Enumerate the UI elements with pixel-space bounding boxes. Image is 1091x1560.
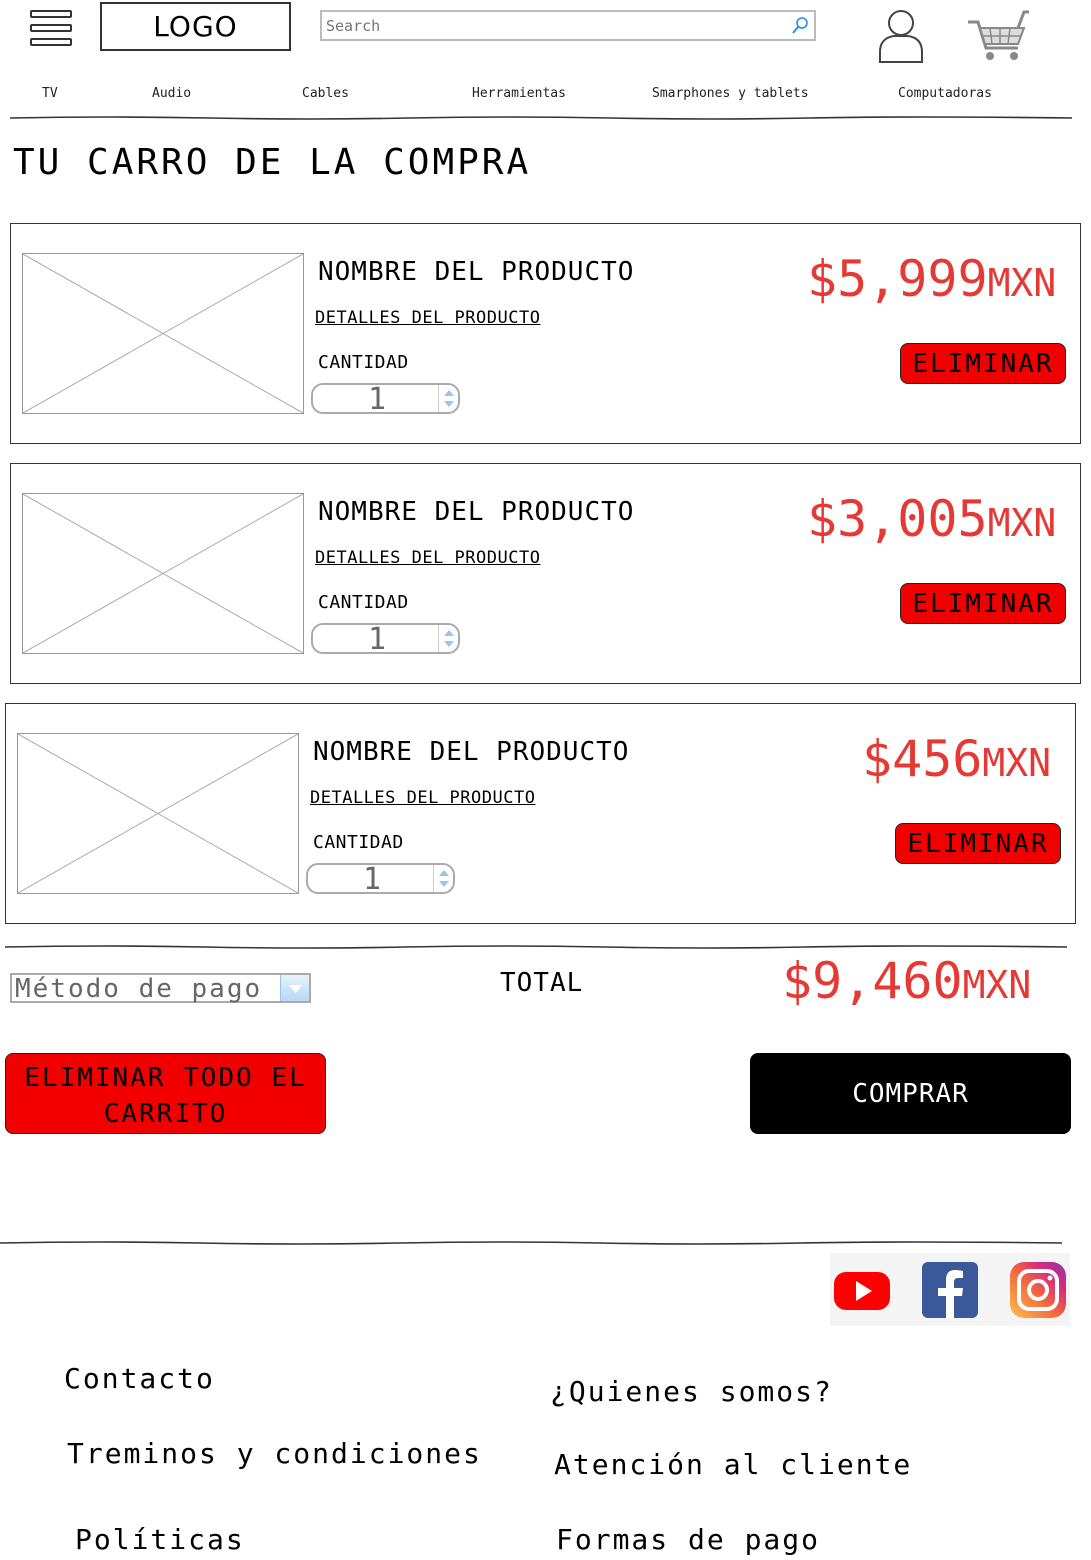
footer-link-contacto[interactable]: Contacto xyxy=(64,1362,215,1395)
total-label: TOTAL xyxy=(500,968,584,998)
divider xyxy=(10,116,1072,120)
social-links xyxy=(830,1253,1070,1326)
quantity-value: 1 xyxy=(367,622,387,657)
product-details-link[interactable]: DETALLES DEL PRODUCTO xyxy=(310,788,535,808)
nav-item-cables[interactable]: Cables xyxy=(302,86,349,101)
footer-link-terminos[interactable]: Treminos y condiciones xyxy=(67,1437,482,1470)
footer-link-politicas[interactable]: Políticas xyxy=(75,1523,245,1556)
remove-item-button[interactable]: ELIMINAR xyxy=(900,583,1066,624)
product-image-placeholder xyxy=(17,733,299,894)
nav-item-audio[interactable]: Audio xyxy=(152,86,191,101)
payment-method-select[interactable]: Método de pago xyxy=(10,973,311,1004)
stepper-arrows-icon[interactable] xyxy=(433,865,453,892)
page-title: TU CARRO DE LA COMPRA xyxy=(13,142,532,183)
total-price: $9,460MXN xyxy=(782,952,1032,1010)
divider xyxy=(5,945,1067,949)
stepper-arrows-icon[interactable] xyxy=(438,385,458,412)
product-name: NOMBRE DEL PRODUCTO xyxy=(313,737,630,767)
product-details-link[interactable]: DETALLES DEL PRODUCTO xyxy=(315,308,540,328)
logo[interactable]: LOGO xyxy=(100,2,291,51)
quantity-label: CANTIDAD xyxy=(318,352,409,373)
chevron-down-icon[interactable] xyxy=(280,975,309,1001)
youtube-icon[interactable] xyxy=(830,1258,894,1322)
product-price: $5,999MXN xyxy=(807,250,1057,308)
divider xyxy=(0,1241,1062,1245)
product-image-placeholder xyxy=(22,253,304,414)
nav-item-herramientas[interactable]: Herramientas xyxy=(472,86,566,101)
buy-button[interactable]: COMPRAR xyxy=(750,1053,1071,1134)
search-bar xyxy=(320,10,816,41)
product-details-link[interactable]: DETALLES DEL PRODUCTO xyxy=(315,548,540,568)
search-input[interactable] xyxy=(322,12,782,39)
quantity-label: CANTIDAD xyxy=(313,832,404,853)
menu-icon[interactable] xyxy=(30,10,72,54)
quantity-value: 1 xyxy=(367,382,387,417)
user-icon[interactable] xyxy=(876,8,926,64)
product-image-placeholder xyxy=(22,493,304,654)
footer-link-atencion-cliente[interactable]: Atención al cliente xyxy=(554,1448,912,1481)
quantity-value: 1 xyxy=(362,862,382,897)
product-price: $3,005MXN xyxy=(807,490,1057,548)
nav-item-smartphones[interactable]: Smarphones y tablets xyxy=(652,86,809,101)
nav-item-tv[interactable]: TV xyxy=(42,86,58,101)
quantity-label: CANTIDAD xyxy=(318,592,409,613)
quantity-stepper[interactable]: 1 xyxy=(311,622,460,657)
quantity-stepper[interactable]: 1 xyxy=(306,862,455,897)
stepper-arrows-icon[interactable] xyxy=(438,625,458,652)
quantity-stepper[interactable]: 1 xyxy=(311,382,460,417)
clear-cart-button[interactable]: ELIMINAR TODO EL CARRITO xyxy=(5,1053,326,1134)
search-icon[interactable] xyxy=(790,16,810,36)
remove-item-button[interactable]: ELIMINAR xyxy=(895,823,1061,864)
product-price: $456MXN xyxy=(862,730,1052,788)
nav-item-computadoras[interactable]: Computadoras xyxy=(898,86,992,101)
cart-icon[interactable] xyxy=(966,8,1030,64)
facebook-icon[interactable] xyxy=(918,1258,982,1322)
product-name: NOMBRE DEL PRODUCTO xyxy=(318,497,635,527)
footer-link-formas-pago[interactable]: Formas de pago xyxy=(556,1523,820,1556)
product-name: NOMBRE DEL PRODUCTO xyxy=(318,257,635,287)
instagram-icon[interactable] xyxy=(1006,1258,1070,1322)
remove-item-button[interactable]: ELIMINAR xyxy=(900,343,1066,384)
footer-link-quienes-somos[interactable]: ¿Quienes somos? xyxy=(550,1375,833,1408)
payment-method-value: Método de pago xyxy=(15,974,263,1004)
